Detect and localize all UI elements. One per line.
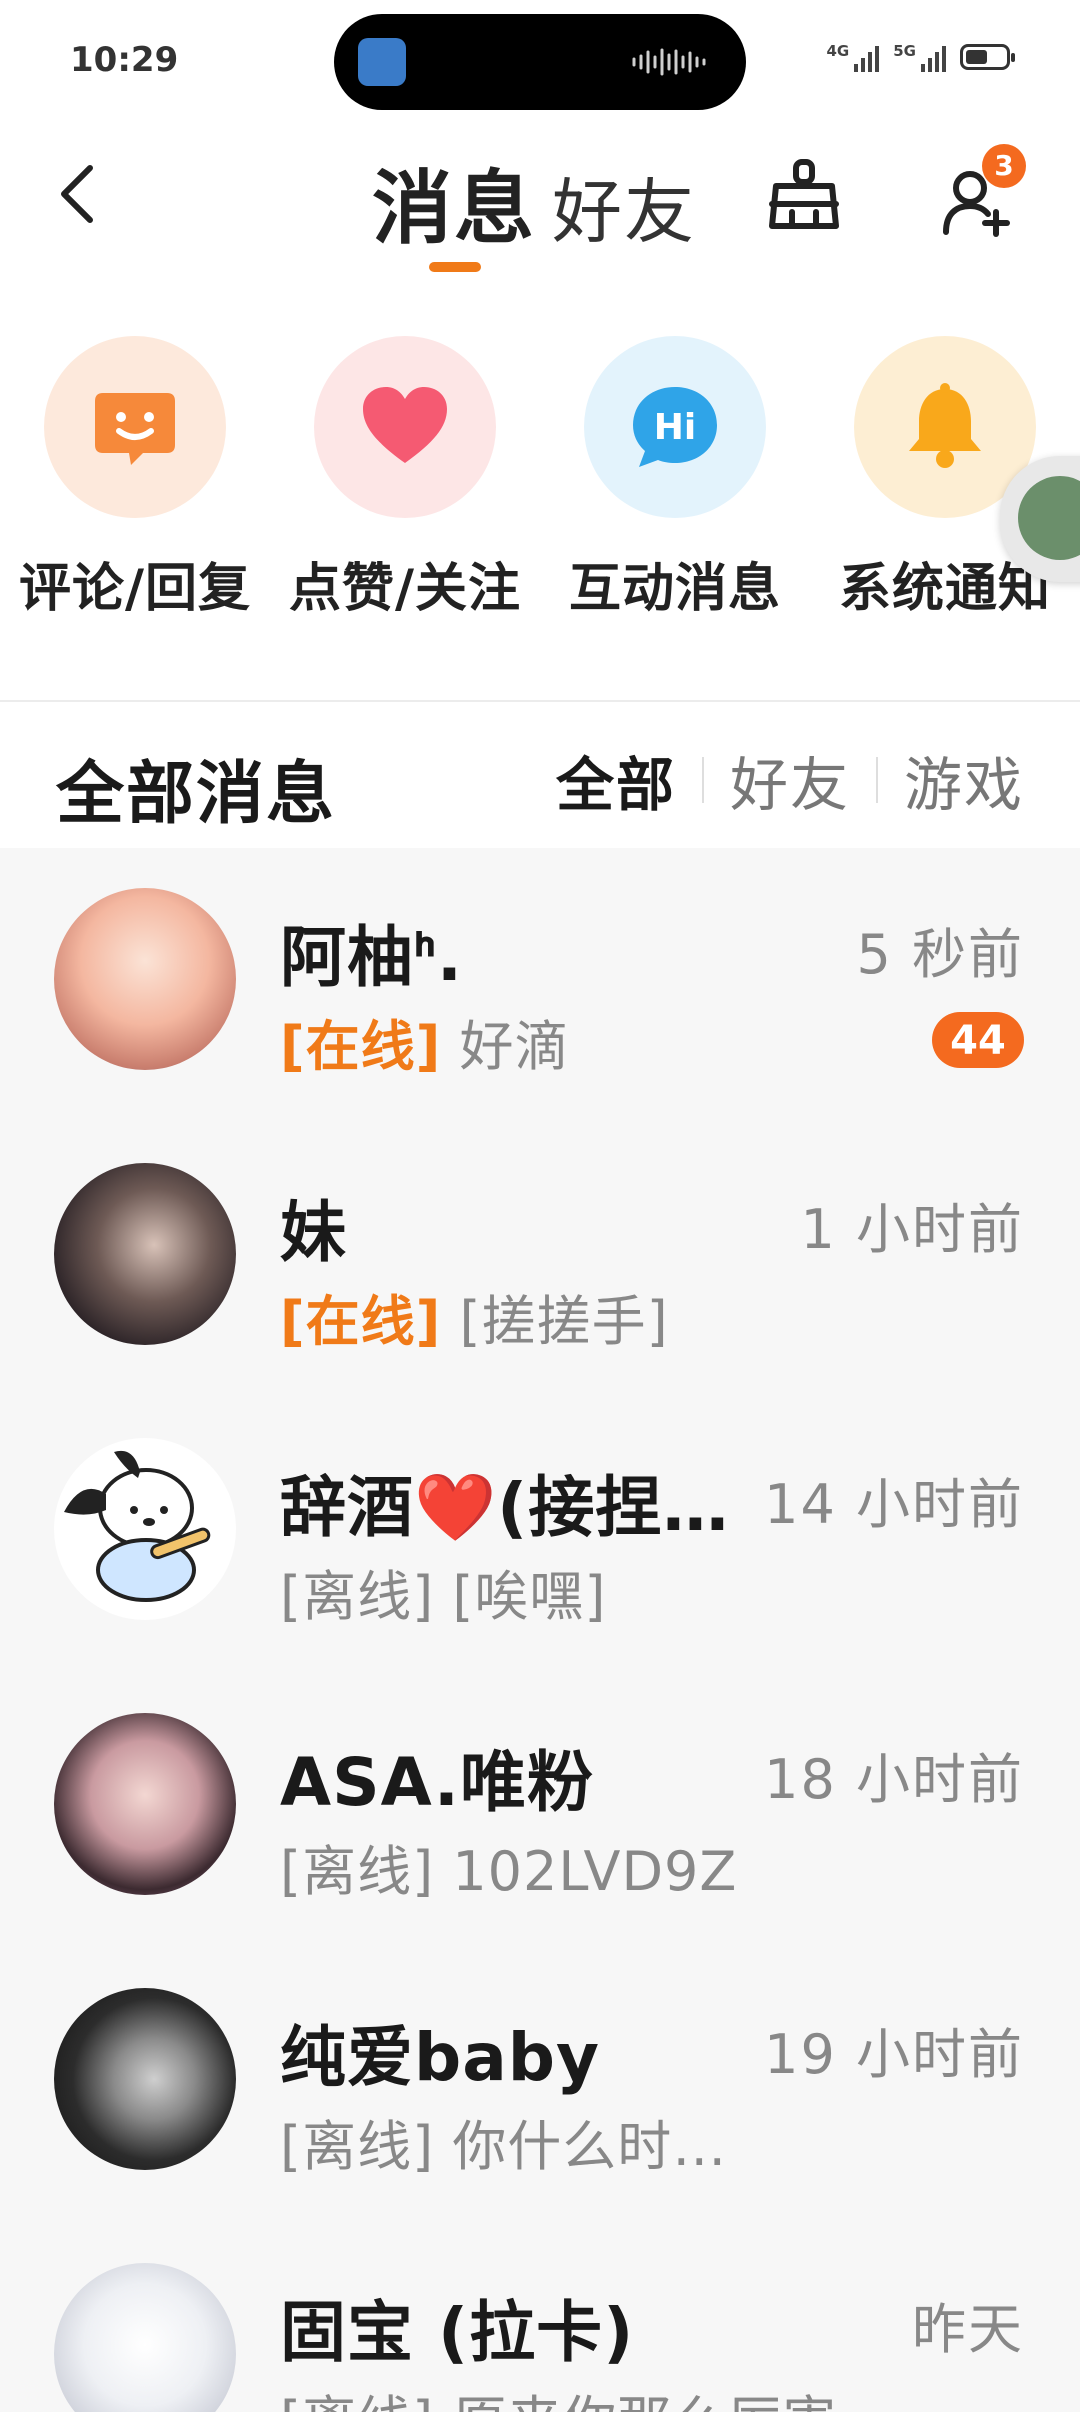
network-label-1: 4G [826,42,850,60]
message-time: 昨天 [912,2298,1024,2361]
avatar[interactable] [54,1163,236,1345]
filter-separator [875,757,878,803]
message-preview: [离线] [唉嘿] [280,1552,606,1631]
conversation-list: 阿柚ᑋ. 5 秒前 [在线] 好滴 44 妹 1 小时前 [在线] [搓搓手] [0,848,1080,2412]
pochacco-avatar-icon [64,1450,211,1602]
battery-icon [960,44,1015,70]
top-nav: 消息 好友 3 [0,130,1080,280]
message-category-shortcuts: 评论/回复 点赞/关注 Hi 互动消息 系统通知 [0,336,1080,636]
shortcut-icon-bg [44,336,226,518]
avatar[interactable] [54,1713,236,1895]
friend-request-badge: 3 [982,144,1026,188]
message-time: 1 小时前 [800,1198,1024,1261]
filter-tab-games[interactable]: 游戏 [904,738,1024,822]
last-message: [搓搓手] [459,1290,669,1353]
offline-status: [离线] [280,1565,435,1628]
conversation-row[interactable]: 纯爱baby 19 小时前 [离线] 你什么时… [0,1948,1080,2223]
shortcut-label: 互动消息 [568,559,781,619]
filter-separator [701,757,704,803]
online-status: [在线] [280,1290,442,1353]
smile-chat-icon [95,393,175,465]
shortcut-comments-replies[interactable]: 评论/回复 [5,336,265,621]
avatar[interactable] [54,1988,236,2170]
avatar[interactable] [54,1438,236,1620]
last-message: 你什么时… [452,2115,728,2178]
contact-name: 阿柚ᑋ. [280,919,463,996]
shortcut-icon-bg: Hi [584,336,766,518]
contact-name: 辞酒❤️(接捏… [280,1469,730,1546]
add-friend-button[interactable]: 3 [930,144,1030,244]
contact-name: 妹 [280,1194,347,1271]
message-filter-bar: 全部消息 全部 好友 游戏 [0,702,1080,848]
conversation-row[interactable]: 固宝 (拉卡) 昨天 [离线] 原来你那么厉害 [0,2223,1080,2412]
status-bar: 10:29 4G 5G [0,0,1080,120]
bell-icon [909,383,981,468]
message-preview: [离线] 原来你那么厉害 [280,2377,837,2412]
dynamic-island[interactable] [334,14,746,110]
battery-level [966,50,987,64]
last-message: 102LVD9Z [452,1840,738,1903]
conversation-row[interactable]: 妹 1 小时前 [在线] [搓搓手] [0,1123,1080,1398]
shortcut-likes-follows[interactable]: 点赞/关注 [275,336,535,621]
svg-text:Hi: Hi [654,407,696,448]
shortcut-label: 点赞/关注 [289,559,521,619]
contact-name: 纯爱baby [280,2019,601,2096]
conversation-row[interactable]: 辞酒❤️(接捏… 14 小时前 [离线] [唉嘿] [0,1398,1080,1673]
audio-wave-icon [632,48,706,76]
message-preview: [在线] 好滴 [280,1002,570,1081]
last-message: 原来你那么厉害 [452,2390,837,2412]
back-arrow-icon[interactable] [50,158,110,230]
message-preview: [离线] 你什么时… [280,2102,727,2181]
message-time: 18 小时前 [764,1748,1024,1811]
floating-ball-avatar [1018,476,1080,560]
hi-bubble-icon: Hi [633,387,717,467]
last-message: 好滴 [459,1015,570,1078]
clear-unread-broom-icon[interactable] [762,154,846,238]
offline-status: [离线] [280,2390,434,2412]
message-preview: [离线] 102LVD9Z [280,1827,737,1906]
shortcut-icon-bg [314,336,496,518]
contact-name: ASA.唯粉 [280,1744,594,1821]
avatar[interactable] [54,888,236,1070]
offline-status: [离线] [280,2115,435,2178]
message-preview: [在线] [搓搓手] [280,1277,669,1356]
message-time: 19 小时前 [764,2023,1024,2086]
shortcut-interactions[interactable]: Hi 互动消息 [545,336,805,621]
filter-tabs: 全部 好友 游戏 [556,738,1024,822]
tab-friends[interactable]: 好友 [552,156,696,257]
heart-icon [363,387,447,463]
section-title: 全部消息 [56,755,337,834]
message-time: 5 秒前 [856,923,1024,986]
conversation-row[interactable]: 阿柚ᑋ. 5 秒前 [在线] 好滴 44 [0,848,1080,1123]
filter-tab-all[interactable]: 全部 [556,738,676,822]
avatar[interactable] [54,2263,236,2412]
filter-tab-friends[interactable]: 好友 [730,738,850,822]
active-tab-indicator [429,262,481,272]
tab-messages[interactable]: 消息 [372,144,536,260]
online-status: [在线] [280,1015,442,1078]
network-label-2: 5G [893,42,916,60]
signal-5g-icon: 5G [893,42,946,72]
message-time: 14 小时前 [764,1473,1024,1536]
music-app-icon [358,38,406,86]
shortcut-label: 评论/回复 [19,559,251,619]
conversation-row[interactable]: ASA.唯粉 18 小时前 [离线] 102LVD9Z [0,1673,1080,1948]
contact-name: 固宝 (拉卡) [280,2294,635,2371]
signal-4g-icon: 4G [827,42,880,72]
offline-status: [离线] [280,1840,435,1903]
unread-count-badge: 44 [932,1012,1024,1068]
status-icons: 4G 5G [827,42,1015,72]
status-time: 10:29 [70,40,179,80]
last-message: [唉嘿] [452,1565,607,1628]
